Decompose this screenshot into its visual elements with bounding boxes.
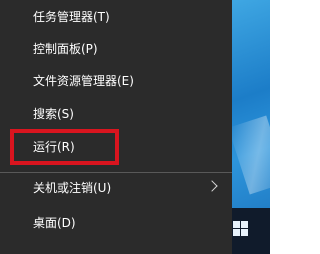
menu-item-task-manager[interactable]: 任务管理器(T): [0, 4, 232, 30]
menu-item-shutdown-or-sign-out[interactable]: 关机或注销(U): [0, 175, 232, 201]
menu-item-desktop[interactable]: 桌面(D): [0, 210, 232, 236]
menu-item-file-explorer[interactable]: 文件资源管理器(E): [0, 68, 232, 94]
chevron-right-icon: [206, 180, 218, 192]
menu-item-run[interactable]: 运行(R): [0, 134, 232, 160]
menu-item-label: 控制面板(P): [33, 42, 98, 56]
menu-item-control-panel[interactable]: 控制面板(P): [0, 36, 232, 62]
menu-item-label: 任务管理器(T): [33, 10, 110, 24]
menu-item-label: 运行(R): [33, 140, 75, 154]
menu-separator: [0, 172, 232, 173]
menu-item-label: 桌面(D): [33, 216, 76, 230]
menu-item-label: 搜索(S): [33, 107, 74, 121]
windows-logo-icon[interactable]: [233, 221, 249, 237]
menu-item-label: 关机或注销(U): [33, 181, 112, 195]
menu-item-label: 文件资源管理器(E): [33, 74, 134, 88]
winx-context-menu: 任务管理器(T) 控制面板(P) 文件资源管理器(E) 搜索(S) 运行(R) …: [0, 0, 232, 254]
screen: 任务管理器(T) 控制面板(P) 文件资源管理器(E) 搜索(S) 运行(R) …: [0, 0, 270, 254]
menu-item-search[interactable]: 搜索(S): [0, 101, 232, 127]
